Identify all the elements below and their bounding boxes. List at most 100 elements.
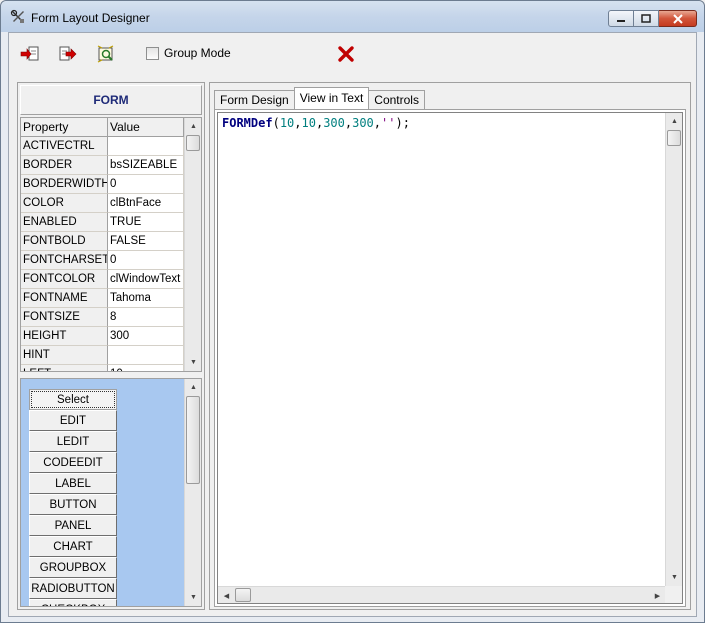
tab-view-in-text[interactable]: View in Text <box>293 87 370 109</box>
property-name-cell[interactable]: ENABLED <box>21 213 108 232</box>
property-name-cell[interactable]: BORDER <box>21 156 108 175</box>
property-value-cell[interactable]: TRUE <box>108 213 184 232</box>
scroll-right-arrow[interactable]: ▶ <box>649 587 666 603</box>
close-window-button[interactable] <box>659 10 697 27</box>
scroll-down-arrow[interactable]: ▼ <box>185 589 201 606</box>
code-close: ); <box>395 116 410 130</box>
code-arg: 10 <box>279 116 295 130</box>
scroll-thumb[interactable] <box>667 130 681 146</box>
code-arg: 10 <box>301 116 316 130</box>
palette-item[interactable]: CHECKBOX <box>29 599 117 606</box>
table-row[interactable]: HEIGHT 300 <box>21 327 184 346</box>
property-grid-scrollbar[interactable]: ▲ ▼ <box>184 118 201 371</box>
scroll-thumb[interactable] <box>186 396 200 484</box>
tools-icon <box>10 9 24 23</box>
property-value-cell[interactable]: 300 <box>108 327 184 346</box>
minimize-button[interactable] <box>608 10 634 27</box>
table-row[interactable]: HINT <box>21 346 184 365</box>
scroll-down-arrow[interactable]: ▼ <box>666 569 682 586</box>
export-form-button[interactable] <box>57 43 79 65</box>
property-name-cell[interactable]: FONTSIZE <box>21 308 108 327</box>
property-value-cell[interactable]: 8 <box>108 308 184 327</box>
group-mode-checkbox[interactable] <box>146 47 159 60</box>
left-pane: FORM Property Value ACTIVECTRL BORDER bsSI… <box>17 82 205 610</box>
table-row[interactable]: FONTBOLD FALSE <box>21 232 184 251</box>
table-row[interactable]: BORDER bsSIZEABLE <box>21 156 184 175</box>
scroll-up-arrow[interactable]: ▲ <box>185 118 201 135</box>
property-value-cell[interactable] <box>108 137 184 156</box>
tab-strip: Form Design View in Text Controls <box>214 87 425 109</box>
table-row[interactable]: FONTNAME Tahoma <box>21 289 184 308</box>
code-keyword: FORMDef <box>222 116 273 130</box>
palette-scrollbar[interactable]: ▲ ▼ <box>184 379 201 606</box>
inspector-header[interactable]: FORM <box>20 85 202 115</box>
table-row[interactable]: BORDERWIDTH 0 <box>21 175 184 194</box>
property-name-cell[interactable]: FONTCHARSET <box>21 251 108 270</box>
palette-item[interactable]: CHART <box>29 536 117 557</box>
palette-item[interactable]: GROUPBOX <box>29 557 117 578</box>
control-palette: Select EDIT LEDIT CODEEDIT LABEL BUTTON PANEL C… <box>20 378 202 607</box>
scroll-down-arrow[interactable]: ▼ <box>185 354 201 371</box>
table-row[interactable]: FONTCHARSET 0 <box>21 251 184 270</box>
property-name-cell[interactable]: FONTBOLD <box>21 232 108 251</box>
table-row[interactable]: FONTSIZE 8 <box>21 308 184 327</box>
property-value-cell[interactable]: clBtnFace <box>108 194 184 213</box>
property-name-cell[interactable]: HINT <box>21 346 108 365</box>
tab-form-design[interactable]: Form Design <box>214 90 295 109</box>
code-arg: 300 <box>352 116 374 130</box>
table-row[interactable]: FONTCOLOR clWindowText <box>21 270 184 289</box>
red-x-icon[interactable] <box>337 45 355 63</box>
property-name-cell[interactable]: COLOR <box>21 194 108 213</box>
preview-form-button[interactable] <box>95 43 117 65</box>
title-bar[interactable]: Form Layout Designer <box>1 1 704 32</box>
code-arg: 300 <box>323 116 345 130</box>
table-row[interactable]: COLOR clBtnFace <box>21 194 184 213</box>
scroll-thumb[interactable] <box>235 588 251 602</box>
property-name-cell[interactable]: FONTCOLOR <box>21 270 108 289</box>
grid-rows: ACTIVECTRL BORDER bsSIZEABLE BORDERWIDTH 0 CO… <box>21 137 184 371</box>
property-value-cell[interactable] <box>108 346 184 365</box>
export-form-icon <box>59 46 77 61</box>
table-row[interactable]: ENABLED TRUE <box>21 213 184 232</box>
property-value-cell[interactable]: FALSE <box>108 232 184 251</box>
value-column-header[interactable]: Value <box>108 118 184 137</box>
toolbar: Group Mode <box>9 33 696 75</box>
maximize-button[interactable] <box>634 10 659 27</box>
editor-vertical-scrollbar[interactable]: ▲ ▼ <box>665 113 682 586</box>
property-name-cell[interactable]: FONTNAME <box>21 289 108 308</box>
property-column-header[interactable]: Property <box>21 118 108 137</box>
property-value-cell[interactable]: Tahoma <box>108 289 184 308</box>
property-name-cell[interactable]: HEIGHT <box>21 327 108 346</box>
property-value-cell[interactable]: 0 <box>108 251 184 270</box>
grid-header: Property Value <box>21 118 184 137</box>
close-icon <box>672 13 683 24</box>
palette-item[interactable]: CODEEDIT <box>29 452 117 473</box>
property-name-cell[interactable]: ACTIVECTRL <box>21 137 108 156</box>
scroll-up-arrow[interactable]: ▲ <box>185 379 201 396</box>
palette-item[interactable]: LEDIT <box>29 431 117 452</box>
palette-item[interactable]: Select <box>29 389 117 410</box>
property-value-cell[interactable]: 10 <box>108 365 184 371</box>
property-name-cell[interactable]: BORDERWIDTH <box>21 175 108 194</box>
palette-item[interactable]: RADIOBUTTON <box>29 578 117 599</box>
scroll-left-arrow[interactable]: ◀ <box>218 587 235 603</box>
right-pane: Form Design View in Text Controls FORMDe… <box>209 82 691 610</box>
preview-form-icon <box>97 45 114 63</box>
code-editor[interactable]: FORMDef(10,10,300,300,''); ▲ ▼ ◀ ▶ <box>217 112 683 604</box>
import-form-button[interactable] <box>19 43 41 65</box>
tab-controls[interactable]: Controls <box>368 90 425 109</box>
property-name-cell[interactable]: LEFT <box>21 365 108 371</box>
palette-item[interactable]: LABEL <box>29 473 117 494</box>
scroll-up-arrow[interactable]: ▲ <box>666 113 682 130</box>
table-row[interactable]: ACTIVECTRL <box>21 137 184 156</box>
property-value-cell[interactable]: bsSIZEABLE <box>108 156 184 175</box>
client-area: Group Mode FORM Property Value ACTIVECTR… <box>8 32 697 617</box>
property-value-cell[interactable]: 0 <box>108 175 184 194</box>
editor-horizontal-scrollbar[interactable]: ◀ ▶ <box>218 586 666 603</box>
palette-item[interactable]: EDIT <box>29 410 117 431</box>
property-value-cell[interactable]: clWindowText <box>108 270 184 289</box>
palette-item[interactable]: PANEL <box>29 515 117 536</box>
table-row[interactable]: LEFT10 <box>21 365 184 371</box>
scroll-thumb[interactable] <box>186 135 200 151</box>
palette-item[interactable]: BUTTON <box>29 494 117 515</box>
